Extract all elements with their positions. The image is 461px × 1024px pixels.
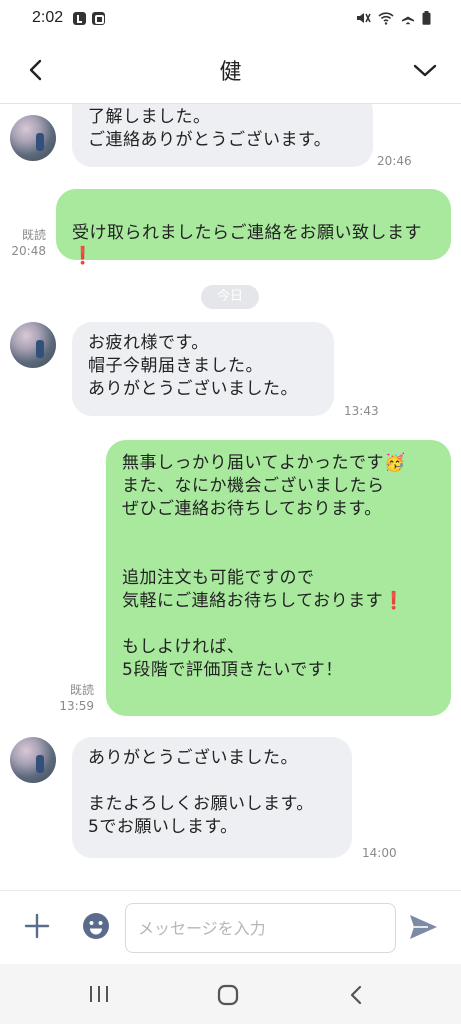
outgoing-message: 無事しっかり届いてよかったです🥳 また、なにか機会ございましたら ぜひご連絡お待… <box>106 440 451 716</box>
message-time: 13:43 <box>344 404 379 418</box>
read-receipt: 既読 20:48 <box>11 228 46 258</box>
message-input-bar <box>0 890 461 964</box>
chevron-down-icon[interactable] <box>411 56 439 84</box>
chat-title: 健 <box>219 59 242 85</box>
recent-apps-icon[interactable] <box>88 984 110 1004</box>
chat-messages[interactable]: 了解しました。 ご連絡ありがとうございます。 20:46 既読 20:48 受け… <box>0 104 461 890</box>
party-emoji-icon: 🥳 <box>384 453 406 473</box>
message-text: 無事しっかり届いてよかったです <box>122 453 384 473</box>
message-time: 14:00 <box>362 846 397 860</box>
mute-icon <box>357 13 371 23</box>
emoji-icon[interactable] <box>82 912 110 940</box>
chat-header: 健 <box>0 36 461 104</box>
back-icon[interactable] <box>348 984 364 1006</box>
read-receipt: 既読 13:59 <box>59 683 94 713</box>
incoming-message: ありがとうございました。 またよろしくお願いします。 5でお願いします。 <box>72 737 352 858</box>
message-text: 追加注文も可能ですので 気軽にご連絡お待ちしております <box>122 568 384 611</box>
incoming-message: お疲れ様です。 帽子今朝届きました。 ありがとうございました。 <box>72 322 334 416</box>
send-icon[interactable] <box>408 913 438 941</box>
wifi-icon <box>378 12 394 25</box>
line-notification-icon <box>73 11 87 25</box>
incoming-message: 了解しました。 ご連絡ありがとうございます。 <box>72 104 373 167</box>
home-icon[interactable] <box>217 984 239 1006</box>
exclamation-icon: ❗ <box>383 591 405 611</box>
avatar[interactable] <box>10 115 56 161</box>
avatar[interactable] <box>10 322 56 368</box>
system-nav-bar <box>0 964 461 1024</box>
message-text: もしよければ、 5段階で評価頂きたいです！ <box>122 637 343 680</box>
airplane-icon <box>402 11 414 25</box>
notification-icon <box>92 11 106 25</box>
status-bar: 2:02 <box>0 0 461 36</box>
status-time: 2:02 <box>32 9 64 26</box>
message-input[interactable] <box>125 903 396 953</box>
message-text: また、なにか機会ございましたら ぜひご連絡お待ちしております。 <box>122 476 385 519</box>
battery-icon <box>422 11 431 25</box>
exclamation-icon: ❗ <box>72 246 94 266</box>
plus-icon[interactable] <box>22 911 52 941</box>
date-separator: 今日 <box>201 285 259 309</box>
outgoing-message: 受け取られましたらご連絡をお願い致します ❗ <box>56 189 451 266</box>
message-time: 20:46 <box>377 154 412 168</box>
message-text: 受け取られましたらご連絡をお願い致します <box>72 223 422 243</box>
back-chevron-icon[interactable] <box>22 56 50 84</box>
avatar[interactable] <box>10 737 56 783</box>
